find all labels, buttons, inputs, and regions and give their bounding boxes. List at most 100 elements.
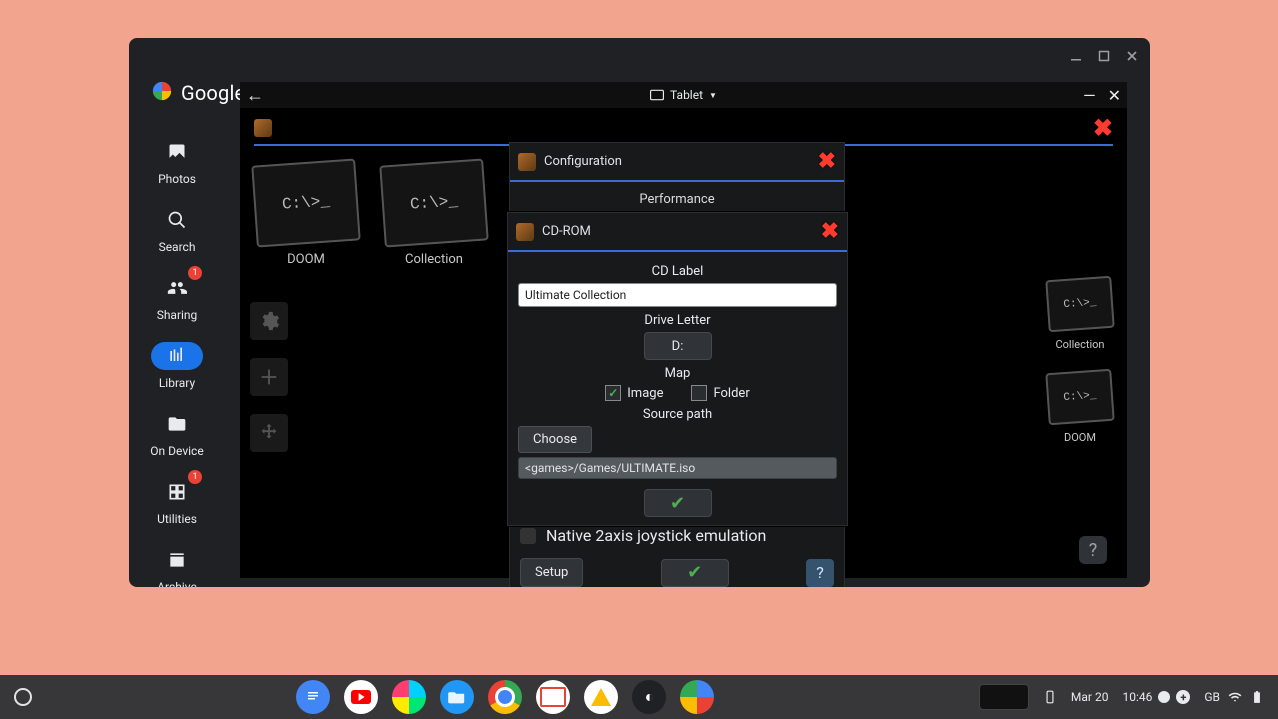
sidebar-item-label: Search bbox=[159, 240, 196, 254]
check-icon: ✔ bbox=[687, 562, 702, 583]
archive-icon bbox=[167, 550, 187, 570]
map-folder-checkbox[interactable]: Folder bbox=[691, 385, 749, 401]
app-logo-icon bbox=[516, 223, 534, 241]
app-docs[interactable] bbox=[296, 680, 330, 714]
status-time-group[interactable]: 10:46 + bbox=[1122, 690, 1190, 704]
library-icon bbox=[167, 346, 187, 366]
android-panel: ← Tablet ▼ — ✕ ✖ C:\>_ bbox=[240, 82, 1127, 578]
library-tools bbox=[250, 302, 288, 452]
device-selector[interactable]: Tablet ▼ bbox=[650, 88, 717, 102]
sidebar-item-label: Archive bbox=[157, 580, 197, 587]
tile-caption: Collection bbox=[1056, 338, 1105, 351]
choose-button[interactable]: Choose bbox=[518, 426, 592, 453]
modal-titlebar: Configuration ✖ bbox=[510, 143, 844, 182]
joystick-row[interactable]: Native 2axis joystick emulation bbox=[520, 526, 834, 545]
status-time: 10:46 bbox=[1122, 690, 1152, 704]
window-minimize-button[interactable] bbox=[1064, 44, 1088, 68]
app-files[interactable] bbox=[440, 680, 474, 714]
config-ok-button[interactable]: ✔ bbox=[661, 559, 729, 587]
google-photos-logo-icon bbox=[151, 80, 173, 106]
cd-label-label: CD Label bbox=[518, 264, 837, 279]
add-button[interactable] bbox=[250, 358, 288, 396]
chromeos-window: Google Pho Photos Search 1 Sharing Libra… bbox=[129, 38, 1150, 587]
launcher-button[interactable] bbox=[14, 688, 32, 706]
source-path-input[interactable] bbox=[518, 457, 837, 479]
game-tiles: C:\>_ DOOM C:\>_ Collection bbox=[254, 162, 486, 267]
photo-icon bbox=[167, 142, 187, 162]
cdrom-footer: ✔ bbox=[508, 489, 847, 517]
google-photos-sidebar: Photos Search 1 Sharing Library On Devic… bbox=[129, 118, 225, 587]
sidebar-item-search[interactable]: Search bbox=[134, 200, 220, 260]
map-options: Image Folder bbox=[518, 385, 837, 401]
config-help-button[interactable]: ? bbox=[806, 559, 834, 587]
modal-title: CD-ROM bbox=[542, 224, 591, 239]
config-footer: Setup ✔ ? bbox=[520, 558, 834, 587]
cdrom-modal: CD-ROM ✖ CD Label Drive Letter D: Map Im… bbox=[507, 212, 848, 526]
sidebar-item-label: Sharing bbox=[157, 308, 198, 322]
chromeos-shelf: ◐ Mar 20 10:46 + GB bbox=[0, 675, 1278, 719]
cdrom-body: CD Label Drive Letter D: Map Image Folde… bbox=[508, 252, 847, 485]
search-icon bbox=[167, 210, 187, 230]
window-controls bbox=[1064, 44, 1144, 68]
map-image-checkbox[interactable]: Image bbox=[605, 385, 663, 401]
map-folder-label: Folder bbox=[713, 386, 749, 401]
plus-icon bbox=[258, 366, 280, 388]
window-maximize-button[interactable] bbox=[1092, 44, 1116, 68]
game-tile[interactable]: C:\>_ DOOM bbox=[1047, 371, 1113, 444]
folder-icon bbox=[167, 414, 187, 434]
library-help-button[interactable]: ? bbox=[1079, 536, 1107, 564]
sidebar-item-label: On Device bbox=[150, 444, 203, 458]
move-icon bbox=[258, 422, 280, 444]
window-close-button[interactable] bbox=[1120, 44, 1144, 68]
game-tile[interactable]: C:\>_ DOOM bbox=[254, 162, 358, 267]
app-photos[interactable] bbox=[680, 680, 714, 714]
app-gmail[interactable] bbox=[536, 680, 570, 714]
app-generic[interactable]: ◐ bbox=[632, 680, 666, 714]
app-play-store[interactable] bbox=[392, 680, 426, 714]
folder-icon bbox=[447, 689, 467, 705]
gear-icon bbox=[258, 310, 280, 332]
move-button[interactable] bbox=[250, 414, 288, 452]
status-tray[interactable]: GB bbox=[1204, 690, 1264, 704]
cdrom-ok-button[interactable]: ✔ bbox=[644, 489, 712, 517]
settings-button[interactable] bbox=[250, 302, 288, 340]
phone-icon[interactable] bbox=[1043, 690, 1057, 704]
sidebar-item-archive[interactable]: Archive bbox=[134, 540, 220, 587]
app-youtube[interactable] bbox=[344, 680, 378, 714]
sidebar-item-sharing[interactable]: 1 Sharing bbox=[134, 268, 220, 328]
badge: 1 bbox=[188, 266, 202, 280]
game-tile[interactable]: C:\>_ Collection bbox=[1047, 278, 1113, 351]
assistant-icon bbox=[1158, 691, 1170, 703]
generic-icon: ◐ bbox=[645, 687, 655, 707]
library-close-button[interactable]: ✖ bbox=[1093, 114, 1113, 142]
app-logo-icon bbox=[254, 119, 272, 137]
cd-label-input[interactable] bbox=[518, 283, 837, 307]
drive-letter-button[interactable]: D: bbox=[644, 332, 712, 360]
battery-icon bbox=[1250, 690, 1264, 704]
sidebar-item-on-device[interactable]: On Device bbox=[134, 404, 220, 464]
modal-titlebar: CD-ROM ✖ bbox=[508, 213, 847, 252]
app-chrome[interactable] bbox=[488, 680, 522, 714]
badge: 1 bbox=[188, 470, 202, 484]
setup-button[interactable]: Setup bbox=[520, 558, 583, 587]
game-tile[interactable]: C:\>_ Collection bbox=[382, 162, 486, 267]
modal-close-button[interactable]: ✖ bbox=[818, 149, 836, 174]
sidebar-item-library[interactable]: Library bbox=[134, 336, 220, 396]
check-icon: ✔ bbox=[670, 493, 685, 514]
locale-indicator: GB bbox=[1204, 690, 1220, 704]
modal-close-button[interactable]: ✖ bbox=[821, 219, 839, 244]
tile-art: C:\>_ bbox=[1045, 276, 1114, 332]
drive-letter-label: Drive Letter bbox=[518, 313, 837, 328]
utilities-icon bbox=[167, 482, 187, 502]
source-path-label: Source path bbox=[518, 407, 837, 422]
sidebar-item-label: Library bbox=[159, 376, 195, 390]
media-thumbnail[interactable] bbox=[979, 684, 1029, 710]
sidebar-item-utilities[interactable]: 1 Utilities bbox=[134, 472, 220, 532]
library-topbar: ✖ bbox=[254, 114, 1113, 142]
shelf-apps: ◐ bbox=[296, 680, 714, 714]
tile-art: C:\>_ bbox=[1045, 369, 1114, 425]
status-date[interactable]: Mar 20 bbox=[1071, 690, 1109, 704]
app-drive[interactable] bbox=[584, 680, 618, 714]
modal-title: Configuration bbox=[544, 154, 622, 169]
sidebar-item-photos[interactable]: Photos bbox=[134, 132, 220, 192]
